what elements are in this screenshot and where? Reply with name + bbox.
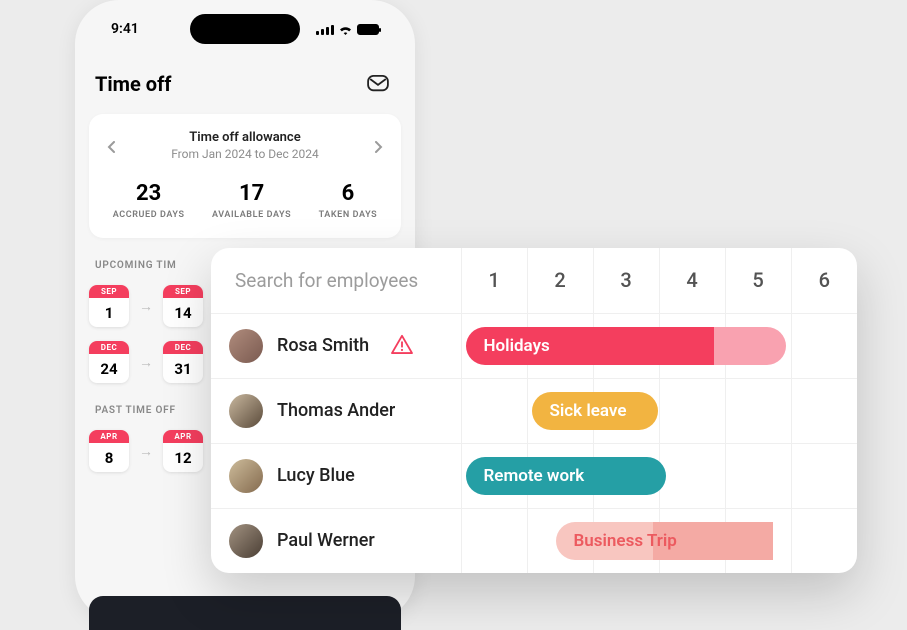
employee-name: Lucy Blue bbox=[277, 465, 355, 486]
date-month: SEP bbox=[89, 285, 129, 298]
date-tile-from: SEP 1 bbox=[89, 285, 129, 327]
warning-icon bbox=[391, 334, 413, 358]
primary-action-button[interactable] bbox=[89, 596, 401, 630]
allowance-subtitle: From Jan 2024 to Dec 2024 bbox=[171, 147, 319, 161]
day-column: 1 bbox=[461, 248, 527, 313]
date-day: 8 bbox=[89, 443, 129, 472]
employee-search-input[interactable]: Search for employees bbox=[211, 248, 461, 313]
avatar bbox=[229, 524, 263, 558]
employee-name: Paul Werner bbox=[277, 530, 375, 551]
stat-label: ACCRUED DAYS bbox=[113, 210, 185, 220]
stat-available: 17 AVAILABLE DAYS bbox=[212, 181, 291, 220]
mail-button[interactable] bbox=[361, 70, 395, 98]
employee-schedule-panel: Search for employees 1 2 3 4 5 6 Rosa Sm… bbox=[211, 248, 857, 573]
allowance-stats: 23 ACCRUED DAYS 17 AVAILABLE DAYS 6 TAKE… bbox=[99, 175, 391, 220]
date-month: DEC bbox=[89, 341, 129, 354]
day-column: 5 bbox=[725, 248, 791, 313]
stat-value: 6 bbox=[319, 181, 378, 206]
day-column: 3 bbox=[593, 248, 659, 313]
page-header: Time off bbox=[89, 46, 401, 114]
allowance-title: Time off allowance bbox=[171, 130, 319, 145]
battery-icon bbox=[357, 24, 379, 35]
status-bar: 9:41 bbox=[89, 12, 401, 46]
employee-row[interactable]: Paul Werner Business Trip bbox=[211, 508, 857, 573]
status-time: 9:41 bbox=[111, 21, 139, 37]
date-day: 1 bbox=[89, 298, 129, 327]
employee-row[interactable]: Lucy Blue Remote work bbox=[211, 443, 857, 508]
date-tile-to: DEC 31 bbox=[163, 341, 203, 383]
date-month: APR bbox=[89, 430, 129, 443]
avatar bbox=[229, 394, 263, 428]
stat-label: AVAILABLE DAYS bbox=[212, 210, 291, 220]
date-day: 24 bbox=[89, 354, 129, 383]
date-day: 31 bbox=[163, 354, 203, 383]
allowance-next-button[interactable] bbox=[369, 138, 387, 156]
employee-name: Thomas Ander bbox=[277, 400, 395, 421]
day-column: 4 bbox=[659, 248, 725, 313]
avatar bbox=[229, 329, 263, 363]
stat-value: 23 bbox=[113, 181, 185, 206]
arrow-right-icon: → bbox=[139, 298, 153, 315]
date-tile-from: DEC 24 bbox=[89, 341, 129, 383]
avatar bbox=[229, 459, 263, 493]
chevron-right-icon bbox=[372, 141, 384, 153]
chevron-left-icon bbox=[106, 141, 118, 153]
dynamic-island bbox=[190, 14, 300, 44]
date-day: 14 bbox=[163, 298, 203, 327]
date-month: DEC bbox=[163, 341, 203, 354]
stat-label: TAKEN DAYS bbox=[319, 210, 378, 220]
cellular-icon bbox=[316, 24, 334, 35]
wifi-icon bbox=[338, 24, 353, 35]
employee-row[interactable]: Rosa Smith Holidays bbox=[211, 313, 857, 378]
allowance-prev-button[interactable] bbox=[103, 138, 121, 156]
date-tile-from: APR 8 bbox=[89, 430, 129, 472]
stat-value: 17 bbox=[212, 181, 291, 206]
employee-row[interactable]: Thomas Ander Sick leave bbox=[211, 378, 857, 443]
date-tile-to: SEP 14 bbox=[163, 285, 203, 327]
arrow-right-icon: → bbox=[139, 354, 153, 371]
allowance-card: Time off allowance From Jan 2024 to Dec … bbox=[89, 114, 401, 238]
day-column: 2 bbox=[527, 248, 593, 313]
arrow-right-icon: → bbox=[139, 443, 153, 460]
mail-icon bbox=[367, 75, 389, 93]
date-month: SEP bbox=[163, 285, 203, 298]
stat-accrued: 23 ACCRUED DAYS bbox=[113, 181, 185, 220]
day-column: 6 bbox=[791, 248, 857, 313]
page-title: Time off bbox=[95, 72, 171, 96]
status-icons bbox=[316, 24, 379, 35]
date-month: APR bbox=[163, 430, 203, 443]
employee-name: Rosa Smith bbox=[277, 335, 369, 356]
stat-taken: 6 TAKEN DAYS bbox=[319, 181, 378, 220]
date-day: 12 bbox=[163, 443, 203, 472]
date-tile-to: APR 12 bbox=[163, 430, 203, 472]
